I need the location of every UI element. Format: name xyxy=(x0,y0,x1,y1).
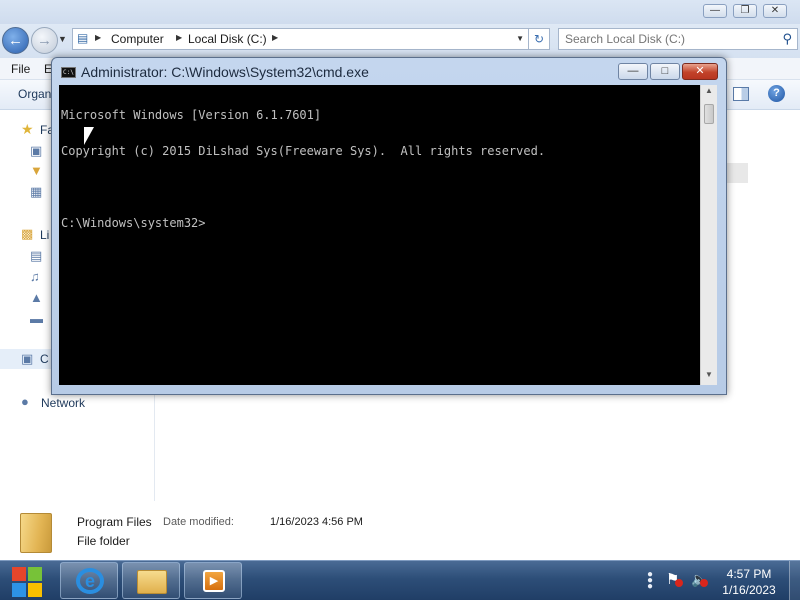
mouse-pointer-icon xyxy=(84,127,94,145)
details-modified-value: 1/16/2023 4:56 PM xyxy=(270,516,363,528)
console-line: Microsoft Windows [Version 6.1.7601] xyxy=(61,108,322,122)
favorites-star-icon[interactable]: ★ xyxy=(21,121,34,138)
recent-pages-dropdown-icon[interactable]: ▼ xyxy=(58,34,67,44)
nav-libraries[interactable]: Li xyxy=(40,228,49,242)
breadcrumb-local-disk[interactable]: Local Disk (C:) xyxy=(188,32,267,46)
breadcrumb-separator-icon[interactable]: ▶ xyxy=(95,33,101,42)
preview-pane-icon[interactable] xyxy=(733,87,749,101)
computer-icon: ▣ xyxy=(21,351,34,366)
details-pane: Program Files Date modified: 1/16/2023 4… xyxy=(0,501,800,560)
show-desktop-button[interactable] xyxy=(789,561,800,600)
windows-explorer-icon xyxy=(137,570,167,594)
nav-network[interactable]: Network xyxy=(41,396,85,410)
network-icon[interactable]: ● xyxy=(21,394,29,409)
show-hidden-icons-button[interactable]: ● ● ● xyxy=(647,570,653,592)
file-list-selection-highlight xyxy=(726,163,748,183)
command-prompt-window[interactable]: C:\ Administrator: C:\Windows\System32\c… xyxy=(51,57,727,395)
libraries-icon[interactable]: ▩ xyxy=(21,226,33,242)
downloads-icon[interactable]: ▼ xyxy=(30,163,43,178)
details-item-type: File folder xyxy=(77,534,130,548)
minimize-button[interactable]: — xyxy=(703,4,727,18)
help-icon[interactable]: ? xyxy=(768,85,785,102)
computer-location-icon: ▤ xyxy=(77,31,89,45)
internet-explorer-icon: e xyxy=(76,568,104,594)
windows-logo-icon xyxy=(12,567,26,581)
explorer-navigation-bar: ← → ▼ ▤ ▶ Computer ▶ Local Disk (C:) ▶ ▼… xyxy=(0,24,800,58)
breadcrumb-separator-icon[interactable]: ▶ xyxy=(272,33,278,42)
address-bar[interactable]: ▤ ▶ Computer ▶ Local Disk (C:) ▶ ▼ xyxy=(72,28,550,50)
recent-places-icon[interactable]: ▦ xyxy=(30,184,42,200)
close-button[interactable]: ✕ xyxy=(763,4,787,18)
taskbar-windows-explorer[interactable] xyxy=(122,562,180,599)
menu-file[interactable]: File xyxy=(11,62,30,76)
search-box[interactable]: ⚲ xyxy=(558,28,798,50)
videos-icon[interactable]: ▬ xyxy=(30,311,43,326)
details-item-name: Program Files xyxy=(77,515,152,529)
maximize-button[interactable]: □ xyxy=(650,63,680,80)
start-button[interactable] xyxy=(4,563,48,599)
forward-arrow-icon[interactable]: → xyxy=(31,27,58,54)
media-player-icon: ▶ xyxy=(203,570,225,592)
windows-logo-icon xyxy=(12,583,26,597)
pictures-icon[interactable]: ▲ xyxy=(30,290,43,305)
folder-icon xyxy=(20,513,52,553)
search-icon[interactable]: ⚲ xyxy=(782,31,792,47)
explorer-caption-bar: — ❐ ✕ xyxy=(0,0,800,24)
scroll-down-arrow-icon[interactable]: ▼ xyxy=(701,370,717,384)
scrollbar-thumb[interactable] xyxy=(704,104,714,124)
taskbar: e ▶ ● ● ● ⚑ 🔈 4:57 PM 1/16/2023 xyxy=(0,560,800,600)
console-prompt[interactable]: C:\Windows\system32> xyxy=(61,217,698,229)
taskbar-internet-explorer[interactable]: e xyxy=(60,562,118,599)
command-prompt-icon[interactable]: C:\ xyxy=(61,67,76,78)
taskbar-media-player[interactable]: ▶ xyxy=(184,562,242,599)
nav-computer[interactable]: C xyxy=(40,352,49,366)
warning-badge-icon xyxy=(675,579,683,587)
scroll-up-arrow-icon[interactable]: ▲ xyxy=(701,86,717,100)
refresh-button[interactable]: ↻ xyxy=(528,28,550,50)
console-line: Copyright (c) 2015 DiLshad Sys(Freeware … xyxy=(61,144,546,158)
window-title: Administrator: C:\Windows\System32\cmd.e… xyxy=(81,64,369,80)
search-input[interactable] xyxy=(565,32,765,46)
windows-logo-icon xyxy=(28,567,42,581)
windows-logo-icon xyxy=(28,583,42,597)
muted-badge-icon xyxy=(700,579,708,587)
clock-time[interactable]: 4:57 PM xyxy=(711,567,787,581)
desktop-icon[interactable]: ▣ xyxy=(30,143,42,159)
clock-date[interactable]: 1/16/2023 xyxy=(711,583,787,597)
close-button[interactable]: ✕ xyxy=(682,63,718,80)
address-history-dropdown-icon[interactable]: ▼ xyxy=(516,34,524,43)
back-arrow-icon[interactable]: ← xyxy=(2,27,29,54)
organize-button[interactable]: Organ xyxy=(18,87,51,101)
music-icon[interactable]: ♫ xyxy=(30,269,40,284)
documents-icon[interactable]: ▤ xyxy=(30,248,42,264)
vertical-scrollbar[interactable]: ▲ ▼ xyxy=(700,85,717,385)
details-modified-label: Date modified: xyxy=(163,516,234,528)
console-output[interactable]: Microsoft Windows [Version 6.1.7601] Cop… xyxy=(59,85,700,385)
maximize-button[interactable]: ❐ xyxy=(733,4,757,18)
breadcrumb-separator-icon[interactable]: ▶ xyxy=(176,33,182,42)
breadcrumb-computer[interactable]: Computer xyxy=(111,32,164,46)
minimize-button[interactable]: — xyxy=(618,63,648,80)
